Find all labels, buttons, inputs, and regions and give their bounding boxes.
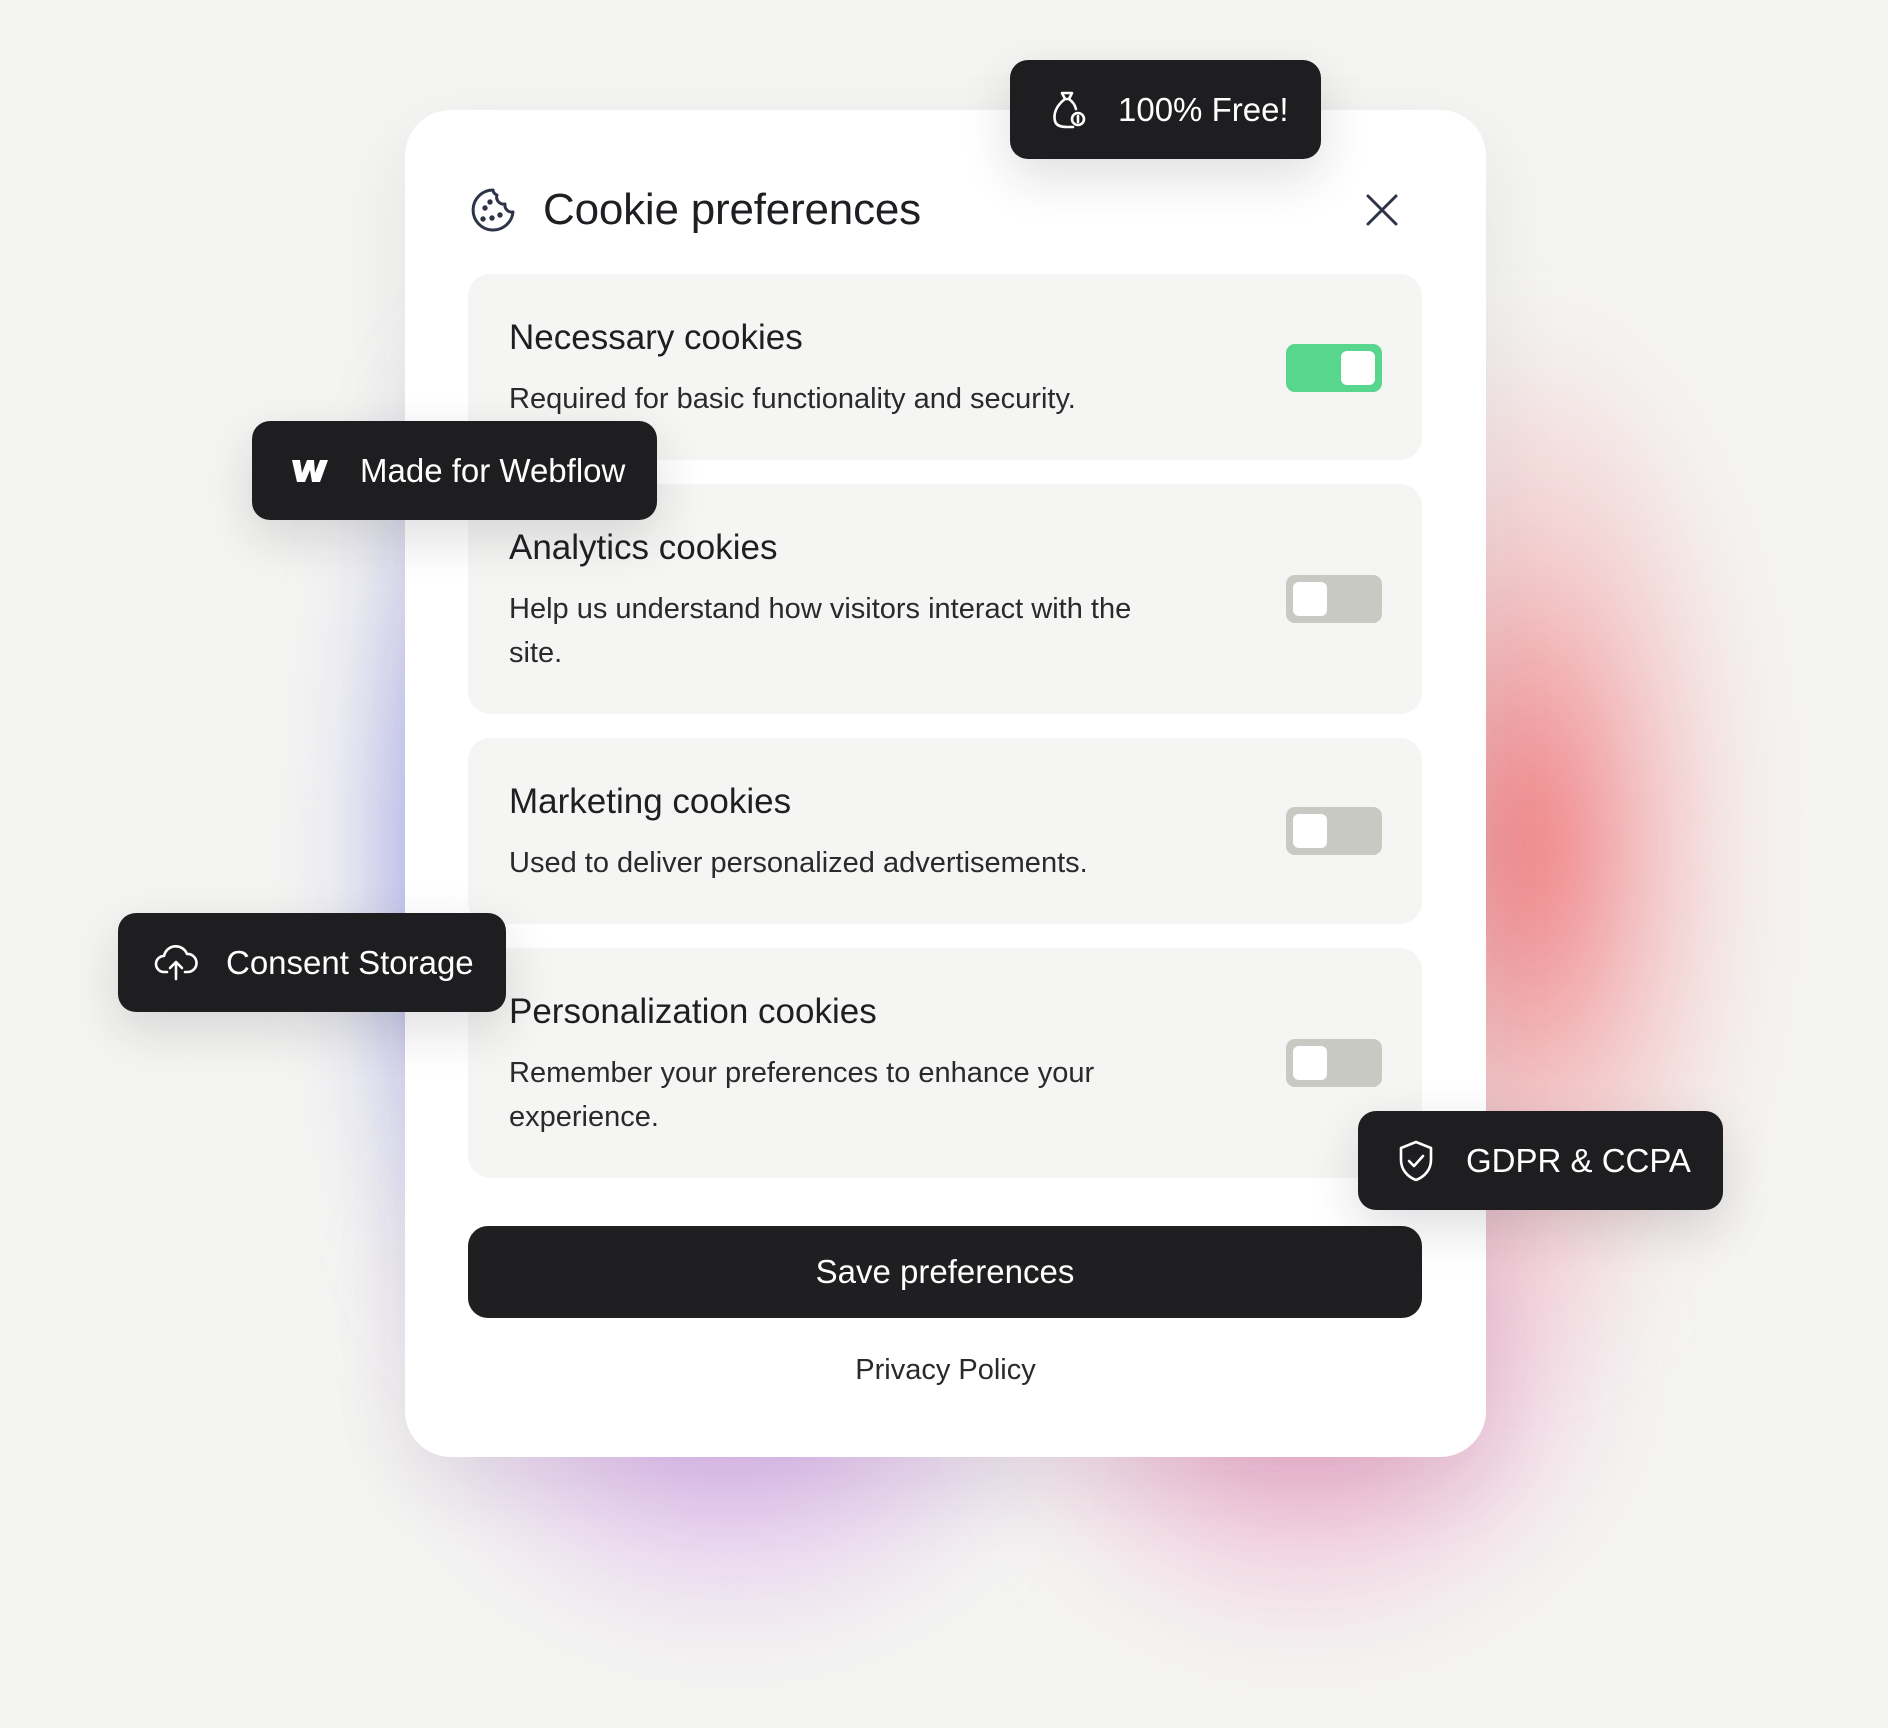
- badge-gdpr: GDPR & CCPA: [1358, 1111, 1723, 1210]
- cookie-icon: [469, 186, 517, 234]
- category-description: Help us understand how visitors interact…: [509, 593, 1132, 669]
- toggle-knob: [1341, 351, 1375, 385]
- badge-storage: Consent Storage: [118, 913, 506, 1012]
- cookie-preferences-modal: Cookie preferences Necessary cookies Req…: [405, 110, 1486, 1457]
- category-title: Personalization cookies: [509, 992, 877, 1031]
- close-button[interactable]: [1362, 190, 1402, 230]
- cookie-category-personalization: Personalization cookies Remember your pr…: [468, 948, 1422, 1178]
- close-icon: [1366, 194, 1398, 226]
- category-title: Analytics cookies: [509, 528, 778, 567]
- badge-gdpr-label: GDPR & CCPA: [1466, 1141, 1691, 1179]
- badge-webflow: Made for Webflow: [252, 421, 658, 520]
- toggle-knob: [1293, 1046, 1327, 1080]
- personalization-cookies-toggle[interactable]: [1286, 1039, 1382, 1087]
- category-description: Remember your preferences to enhance you…: [509, 1057, 1095, 1133]
- cloud-upload-icon: [154, 941, 198, 985]
- badge-webflow-label: Made for Webflow: [360, 451, 626, 489]
- toggle-knob: [1293, 814, 1327, 848]
- cookie-category-marketing: Marketing cookies Used to deliver person…: [468, 738, 1422, 924]
- privacy-policy-link[interactable]: Privacy Policy: [405, 1354, 1486, 1387]
- modal-header: Cookie preferences: [469, 172, 1422, 248]
- category-description: Required for basic functionality and sec…: [509, 383, 1076, 415]
- modal-title: Cookie preferences: [543, 185, 921, 234]
- badge-free: 100% Free!: [1010, 60, 1321, 159]
- analytics-cookies-toggle[interactable]: [1286, 575, 1382, 623]
- money-bag-icon: [1046, 88, 1090, 132]
- marketing-cookies-toggle[interactable]: [1286, 807, 1382, 855]
- category-title: Marketing cookies: [509, 782, 792, 821]
- webflow-logo-icon: [288, 449, 332, 493]
- necessary-cookies-toggle[interactable]: [1286, 344, 1382, 392]
- toggle-knob: [1293, 582, 1327, 616]
- shield-check-icon: [1394, 1139, 1438, 1183]
- category-description: Used to deliver personalized advertiseme…: [509, 847, 1088, 879]
- category-title: Necessary cookies: [509, 318, 803, 357]
- save-preferences-button[interactable]: Save preferences: [468, 1226, 1422, 1318]
- badge-storage-label: Consent Storage: [226, 943, 474, 981]
- badge-free-label: 100% Free!: [1118, 90, 1289, 128]
